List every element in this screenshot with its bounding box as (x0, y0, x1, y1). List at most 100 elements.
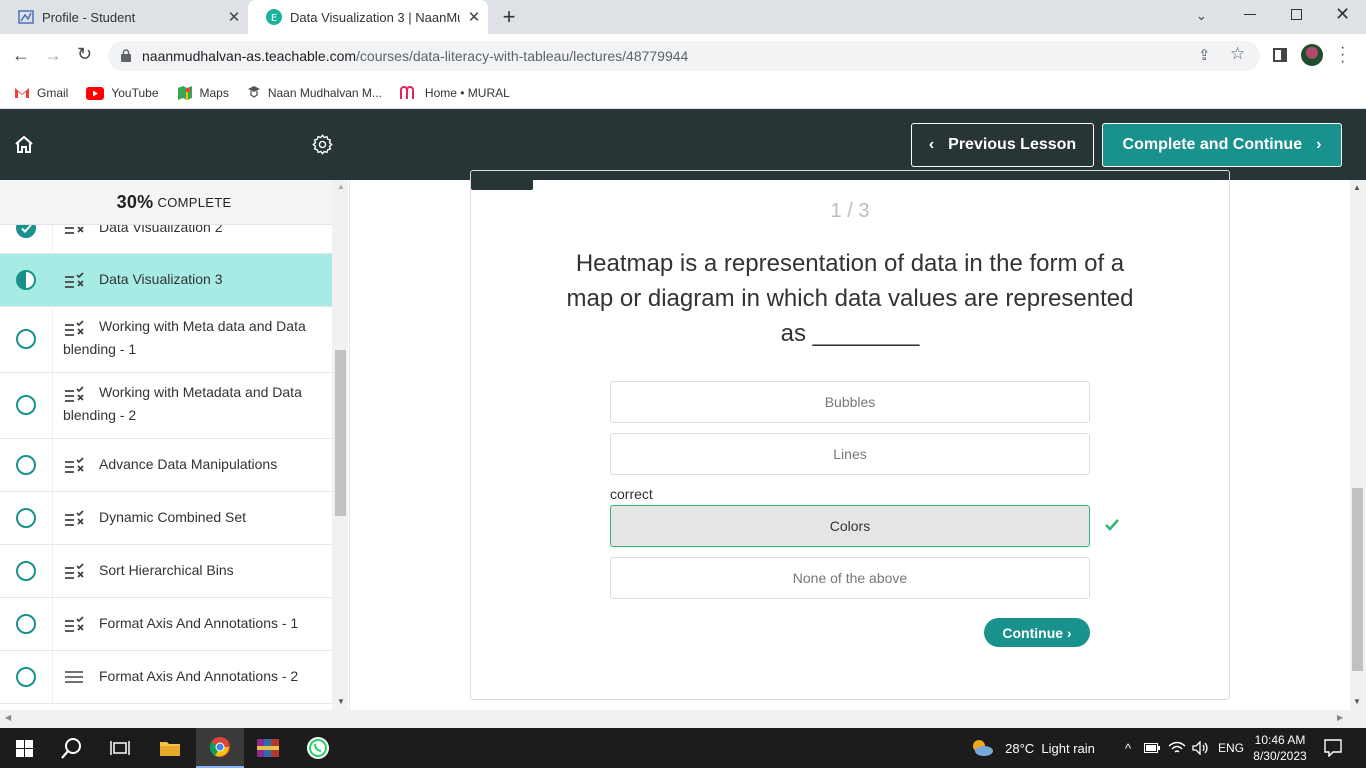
bookmark-mural[interactable]: Home • MURAL (399, 86, 510, 100)
whatsapp-icon[interactable] (294, 728, 342, 768)
home-icon[interactable] (14, 135, 34, 158)
sidebar-item-label: Working with Meta data and Data blending… (63, 318, 306, 357)
answer-option-selected[interactable]: Colors (610, 505, 1090, 547)
bookmark-youtube[interactable]: YouTube (86, 86, 159, 100)
minimize-icon[interactable] (1244, 14, 1256, 15)
page-scroll-up-icon[interactable]: ▲ (1353, 183, 1361, 192)
answer-option[interactable]: Bubbles (610, 381, 1090, 423)
scroll-left-icon[interactable]: ◀ (5, 713, 11, 722)
search-icon[interactable] (48, 728, 96, 768)
avatar[interactable] (1301, 44, 1323, 66)
settings-gear-icon[interactable] (312, 134, 333, 160)
bookmark-naan-mudhalvan[interactable]: Naan Mudhalvan M... (247, 85, 382, 101)
sidebar-item-label: Advance Data Manipulations (99, 456, 278, 472)
incomplete-circle-icon (16, 508, 36, 528)
back-icon[interactable]: ← (12, 45, 30, 66)
reload-icon[interactable]: ↻ (77, 44, 92, 65)
bookmark-label: YouTube (111, 86, 159, 100)
sidebar-item-advance-data-manipulations[interactable]: Advance Data Manipulations (0, 439, 332, 492)
incomplete-circle-icon (16, 561, 36, 581)
sidebar-item-sort-hierarchical-bins[interactable]: Sort Hierarchical Bins (0, 545, 332, 598)
side-panel-icon[interactable] (1273, 48, 1287, 62)
winrar-icon[interactable] (244, 728, 292, 768)
answer-label: Colors (829, 518, 871, 534)
share-icon[interactable]: ⇪ (1198, 46, 1211, 64)
weather-icon[interactable] (968, 728, 996, 768)
sidebar-item-dynamic-combined-set[interactable]: Dynamic Combined Set (0, 492, 332, 545)
url-text[interactable]: naanmudhalvan-as.teachable.com/courses/d… (142, 48, 688, 64)
quiz-tag (471, 172, 533, 190)
language-indicator[interactable]: ENG (1216, 728, 1246, 768)
bookmark-maps[interactable]: Maps (177, 85, 229, 101)
mural-icon (399, 86, 418, 100)
chevron-left-icon: ‹ (928, 136, 935, 153)
maps-icon (177, 85, 193, 101)
bookmark-label: Naan Mudhalvan M... (267, 86, 382, 100)
sidebar-item-data-visualization-3[interactable]: Data Visualization 3 (0, 254, 332, 307)
sidebar-item-metadata-blending-2[interactable]: Working with Metadata and Data blending … (0, 373, 332, 439)
chevron-right-icon: › (1316, 136, 1322, 153)
tab-profile-student[interactable]: Profile - Student ✕ (0, 0, 248, 34)
scroll-down-arrow-icon[interactable]: ▼ (337, 697, 345, 706)
question-text: Heatmap is a representation of data in t… (566, 250, 1134, 347)
incomplete-circle-icon (16, 455, 36, 475)
bookmark-gmail[interactable]: Gmail (14, 86, 68, 100)
close-tab-icon[interactable]: ✕ (460, 8, 488, 26)
complete-and-continue-label: Complete and Continue (1122, 136, 1303, 153)
volume-icon[interactable] (1190, 728, 1212, 768)
answer-label: Lines (833, 446, 867, 462)
page-scrollbar-thumb[interactable] (1352, 488, 1363, 671)
horizontal-scrollbar[interactable] (0, 710, 1366, 728)
bookmark-label: Home • MURAL (424, 86, 510, 100)
answer-option[interactable]: None of the above (610, 557, 1090, 599)
tab-data-visualization-3[interactable]: E Data Visualization 3 | NaanMudh ✕ (248, 0, 488, 34)
browser-menu-icon[interactable]: · · · (1340, 40, 1345, 70)
tab-search-icon[interactable]: ⌄ (1196, 8, 1207, 24)
sidebar-item-label: Format Axis And Annotations - 2 (99, 668, 299, 684)
tab-title: Data Visualization 3 | NaanMudh (290, 9, 460, 25)
page-scroll-down-icon[interactable]: ▼ (1353, 697, 1361, 706)
bookmark-label: Gmail (37, 86, 69, 100)
sidebar-item-meta-data-blending-1[interactable]: Working with Meta data and Data blending… (0, 307, 332, 373)
sidebar-item-format-axis-1[interactable]: Format Axis And Annotations - 1 (0, 598, 332, 651)
sidebar-item-label: Format Axis And Annotations - 1 (99, 615, 299, 631)
sidebar-item-label: Working with Metadata and Data blending … (63, 384, 302, 423)
scroll-right-icon[interactable]: ▶ (1337, 713, 1343, 722)
forward-icon[interactable]: → (44, 45, 62, 66)
graduation-cap-icon (247, 85, 261, 101)
complete-and-continue-button[interactable]: Complete and Continue › (1102, 123, 1342, 167)
youtube-icon (86, 86, 105, 100)
url-host: naanmudhalvan-as.teachable.com (142, 48, 357, 64)
incomplete-circle-icon (16, 329, 36, 349)
restore-icon[interactable] (1291, 9, 1302, 20)
sidebar-scrollbar-thumb[interactable] (335, 350, 346, 516)
url-path: /courses/data-literacy-with-tableau/lect… (356, 48, 689, 64)
continue-button[interactable]: Continue › (984, 618, 1090, 647)
sidebar-item-format-axis-2[interactable]: Format Axis And Annotations - 2 (0, 651, 332, 704)
close-tab-icon[interactable]: ✕ (220, 8, 248, 26)
previous-lesson-button[interactable]: ‹ Previous Lesson (911, 123, 1094, 167)
answer-option[interactable]: Lines (610, 433, 1090, 475)
sidebar-header (0, 109, 350, 180)
battery-icon[interactable] (1142, 728, 1162, 768)
progress-percent: 30% (116, 191, 154, 212)
gmail-icon (14, 87, 30, 99)
bookmark-star-icon[interactable]: ☆ (1230, 44, 1245, 64)
windows-start-icon[interactable] (0, 728, 48, 768)
new-tab-button[interactable]: + (498, 4, 520, 30)
notification-icon[interactable] (1318, 728, 1348, 768)
clock-time: 10:46 AM (1254, 733, 1306, 747)
lock-icon[interactable] (121, 49, 131, 67)
teachable-favicon-icon: E (266, 9, 282, 25)
wifi-icon[interactable] (1166, 728, 1188, 768)
windows-taskbar: 28°C Light rain ^ ENG 10:46 AM 8/30/2023 (0, 728, 1366, 768)
scroll-up-arrow-icon[interactable]: ▲ (337, 182, 345, 191)
weather-text[interactable]: 28°C Light rain (998, 728, 1102, 768)
close-window-icon[interactable]: ✕ (1335, 4, 1350, 25)
file-explorer-icon[interactable] (146, 728, 194, 768)
show-hidden-icons-chevron-icon[interactable]: ^ (1118, 728, 1138, 768)
chrome-icon[interactable] (196, 728, 244, 768)
correct-label: correct (610, 486, 653, 502)
clock[interactable]: 10:46 AM 8/30/2023 (1250, 728, 1310, 768)
task-view-icon[interactable] (96, 728, 144, 768)
